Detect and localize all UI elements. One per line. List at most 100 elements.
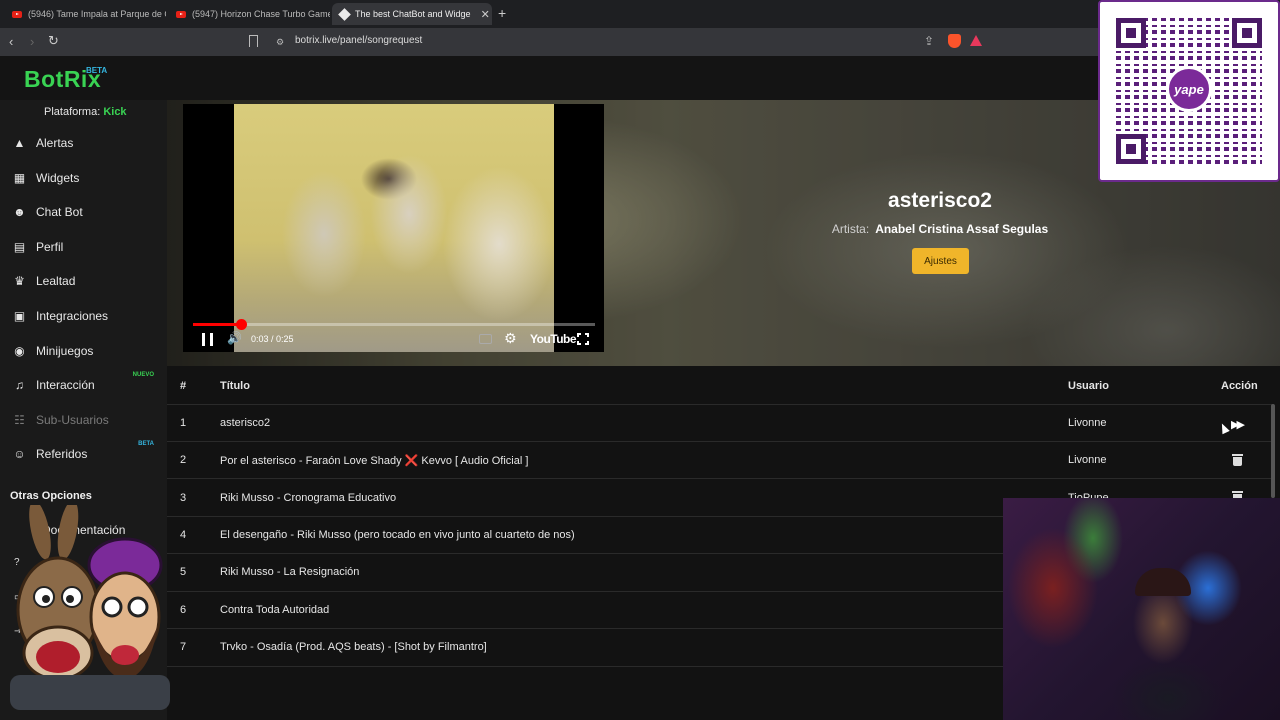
pause-icon[interactable] [202,333,213,346]
site-info-icon[interactable]: ⚙ [276,37,284,48]
botrix-favicon-icon [338,7,351,21]
gamepad-icon: ◉ [14,344,25,358]
progress-fill [193,323,242,326]
id-card-icon: ▤ [13,240,26,254]
reload-icon[interactable]: ↻ [48,33,59,49]
row-title: Riki Musso - La Resignación [220,566,360,578]
row-number: 6 [180,604,187,616]
sidebar-item-label: Sub-Usuarios [36,413,109,427]
row-number: 4 [180,529,187,541]
address-bar[interactable]: botrix.live/panel/songrequest [295,35,422,46]
users-icon: ☷ [14,413,25,427]
sidebar-item-label: Chat Bot [36,205,83,219]
red-x-icon: ❌ [404,455,419,467]
user-group-icon: ☺ [13,447,26,461]
row-title: Trvko - Osadía (Prod. AQS beats) - [Shot… [220,641,487,653]
sidebar-item-referidos[interactable]: ☺ Referidos BETA [12,441,162,465]
new-tab-button[interactable]: + [498,5,506,21]
sidebar-item-label: Lealtad [36,274,76,288]
sidebar-item-widgets[interactable]: ▦ Widgets [12,167,162,189]
trash-icon[interactable] [1232,454,1243,466]
platform-label: Plataforma: [44,106,101,118]
share-icon[interactable]: ⇪ [924,34,934,48]
now-playing-artist: Artista: Anabel Cristina Assaf Segulas [800,222,1080,236]
brave-shields-icon[interactable] [948,34,961,48]
sidebar-item-label: Interacción [36,378,95,392]
sidebar-item-integraciones[interactable]: ▣ Integraciones [12,305,162,327]
table-scrollbar[interactable] [1271,404,1275,498]
row-title: Por el asterisco - Faraón Love Shady ❌ K… [220,454,528,467]
row-number: 1 [180,417,187,429]
plug-icon: ▣ [13,309,26,323]
video-frame [234,104,554,352]
back-arrow-icon[interactable]: ‹ [9,34,13,50]
robot-icon: ☻ [13,205,26,219]
row-number: 3 [180,492,187,504]
browser-nav-bar [0,28,1280,56]
row-title-part: Por el asterisco - Faraón Love Shady [220,455,402,467]
captions-icon[interactable] [479,334,492,344]
tab-title: (5947) Horizon Chase Turbo Gamepl [192,9,330,19]
warning-icon: ▲ [13,136,26,150]
close-tab-icon[interactable]: ✕ [481,8,490,21]
time-display: 0:03 / 0:25 [251,334,294,344]
new-badge: NUEVO [132,372,154,378]
row-title: Contra Toda Autoridad [220,604,330,616]
sidebar-item-alertas[interactable]: ▲ Alertas [12,132,162,154]
settings-button[interactable]: Ajustes [912,248,969,274]
sidebar-item-minijuegos[interactable]: ◉ Minijuegos [12,340,162,362]
qr-finder-icon [1116,18,1146,48]
column-header-title: Título [220,380,250,392]
artist-label: Artista: [831,222,870,236]
row-divider [167,441,1272,442]
sidebar-item-lealtad[interactable]: ♛ Lealtad [12,270,162,292]
row-divider [167,478,1272,479]
fullscreen-icon[interactable] [577,333,589,345]
row-user: Livonne [1068,454,1107,466]
progress-track[interactable] [193,323,595,326]
column-header-action: Acción [1221,380,1258,392]
sidebar-item-label: Integraciones [36,309,109,323]
forward-arrow-icon[interactable]: › [30,34,34,50]
browser-tab-1[interactable]: (5946) Tame Impala at Parque de Qu [4,3,166,25]
row-user: Livonne [1068,417,1107,429]
beta-badge: BETA [138,441,154,447]
volume-icon[interactable]: 🔊 [227,331,242,345]
row-title: El desengaño - Riki Musso (pero tocado e… [220,529,575,541]
tab-title: The best ChatBot and Widge [355,9,471,19]
row-number: 5 [180,566,187,578]
youtube-logo[interactable]: YouTube [530,332,577,346]
youtube-favicon-icon [12,10,22,18]
music-icon: ♫ [15,378,24,392]
sidebar-item-chat-bot[interactable]: ☻ Chat Bot [12,201,162,223]
row-title: Riki Musso - Cronograma Educativo [220,492,397,504]
column-header-user: Usuario [1068,380,1109,392]
row-number: 7 [180,641,187,653]
yape-logo: yape [1166,66,1212,112]
skip-forward-icon[interactable]: ▶▶ [1231,418,1245,431]
youtube-favicon-icon [176,10,186,18]
donkey-mascot-overlay [10,505,170,710]
logo-beta-badge: BETA [86,66,108,75]
row-title: asterisco2 [220,417,271,429]
browser-tab-3[interactable]: The best ChatBot and Widge ✕ [332,3,492,25]
platform-value: Kick [103,106,127,118]
row-title-part: Kevvo [ Audio Oficial ] [421,455,529,467]
sidebar-item-label: Alertas [36,136,74,150]
grid-icon: ▦ [13,171,26,185]
bookmark-icon[interactable] [249,35,258,47]
webcam-overlay [1003,498,1280,720]
sidebar-item-interaccion[interactable]: ♫ Interacción NUEVO [12,372,162,396]
sidebar-item-label: Referidos [36,447,88,461]
video-player[interactable]: 🔊 0:03 / 0:25 ⚙ YouTube [183,104,604,352]
qr-finder-icon [1116,134,1146,164]
row-divider [167,404,1272,405]
settings-gear-icon[interactable]: ⚙ [504,330,517,347]
app-header [0,56,1280,100]
artist-name: Anabel Cristina Assaf Segulas [875,222,1049,236]
sidebar-item-perfil[interactable]: ▤ Perfil [12,236,162,258]
browser-tab-2[interactable]: (5947) Horizon Chase Turbo Gamepl [168,3,330,25]
sidebar-item-sub-usuarios[interactable]: ☷ Sub-Usuarios [12,409,162,431]
brave-rewards-icon[interactable] [970,35,982,46]
sidebar-item-label: Widgets [36,171,80,185]
